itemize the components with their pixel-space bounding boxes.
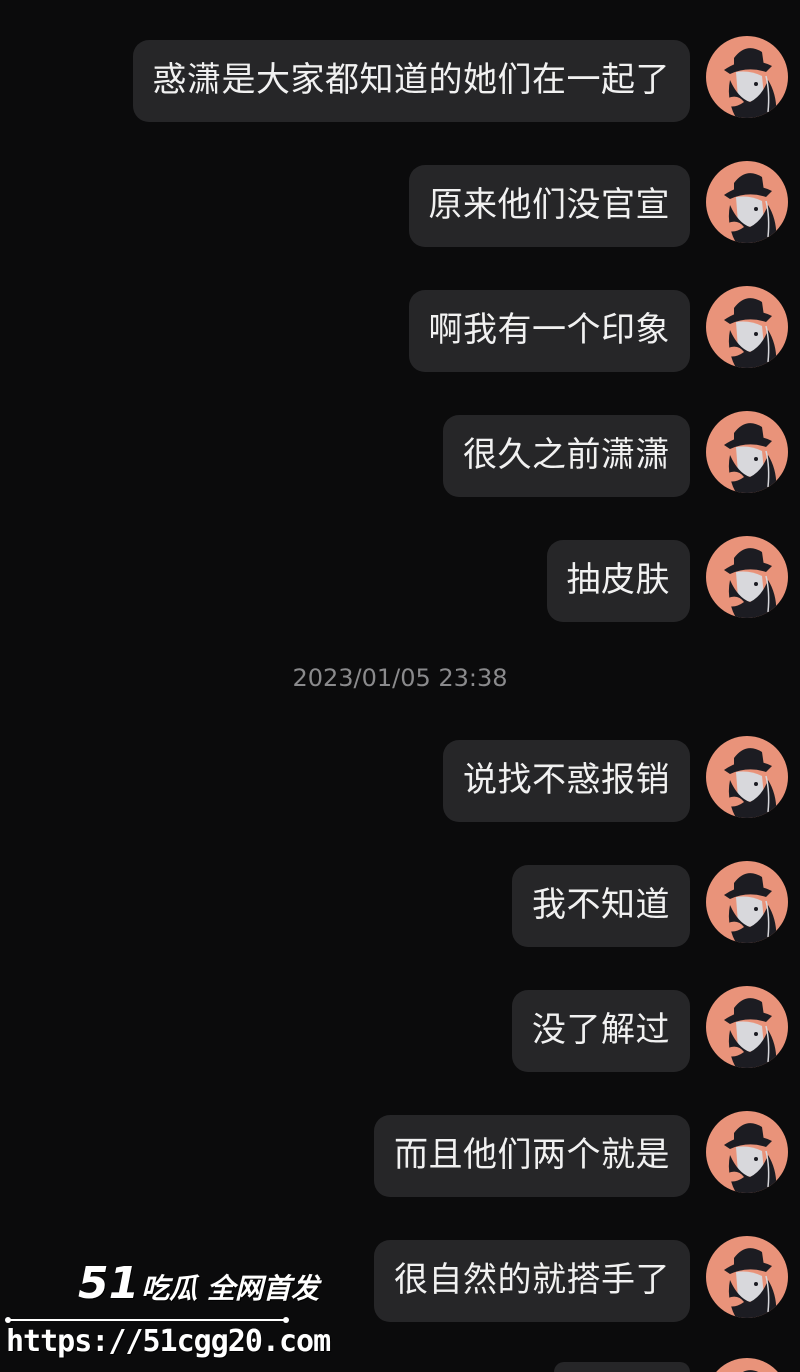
watermark-brand-text: 吃瓜 全网首发 bbox=[141, 1272, 319, 1305]
user-avatar[interactable] bbox=[706, 411, 788, 493]
message-bubble[interactable]: 抽皮肤 bbox=[546, 540, 690, 622]
user-avatar[interactable] bbox=[706, 736, 788, 818]
message-row: 啊我有一个印象 bbox=[408, 286, 788, 372]
message-row: 很久之前潇潇 bbox=[443, 411, 788, 497]
user-avatar[interactable] bbox=[706, 861, 788, 943]
message-bubble[interactable]: 很自然的就搭手了 bbox=[374, 1240, 690, 1322]
chat-screen: 惑潇是大家都知道的她们在一起了 原来他们没官宣 啊我有一个印象 很久之前潇潇 抽… bbox=[0, 0, 800, 1372]
message-bubble[interactable]: 原来他们没官宣 bbox=[408, 165, 690, 247]
user-avatar[interactable] bbox=[706, 36, 788, 118]
message-bubble[interactable]: 我不知道 bbox=[512, 865, 690, 947]
message-row-partial bbox=[554, 1358, 788, 1372]
message-bubble[interactable]: 而且他们两个就是 bbox=[374, 1115, 690, 1197]
message-timestamp: 2023/01/05 23:38 bbox=[292, 664, 508, 692]
user-avatar[interactable] bbox=[706, 1236, 788, 1318]
message-bubble[interactable]: 啊我有一个印象 bbox=[408, 290, 690, 372]
message-bubble[interactable]: 说找不惑报销 bbox=[443, 740, 690, 822]
user-avatar[interactable] bbox=[706, 1111, 788, 1193]
message-bubble[interactable]: 很久之前潇潇 bbox=[443, 415, 690, 497]
message-row: 我不知道 bbox=[512, 861, 788, 947]
watermark-url: https://51cgg20.com bbox=[6, 1324, 331, 1359]
message-bubble[interactable]: 惑潇是大家都知道的她们在一起了 bbox=[132, 40, 690, 122]
watermark-brand-number: 51 bbox=[78, 1258, 140, 1309]
user-avatar[interactable] bbox=[706, 986, 788, 1068]
watermark: 51吃瓜 全网首发 https://51cgg20.com bbox=[0, 1260, 331, 1372]
user-avatar[interactable] bbox=[706, 161, 788, 243]
message-bubble-partial[interactable] bbox=[554, 1362, 690, 1372]
watermark-brand: 51吃瓜 全网首发 bbox=[78, 1262, 319, 1311]
message-row: 抽皮肤 bbox=[546, 536, 788, 622]
message-row: 很自然的就搭手了 bbox=[374, 1236, 788, 1322]
message-row: 说找不惑报销 bbox=[443, 736, 788, 822]
user-avatar[interactable] bbox=[706, 286, 788, 368]
message-row: 没了解过 bbox=[512, 986, 788, 1072]
user-avatar[interactable] bbox=[706, 536, 788, 618]
message-row: 而且他们两个就是 bbox=[374, 1111, 788, 1197]
message-row: 惑潇是大家都知道的她们在一起了 bbox=[132, 36, 788, 122]
user-avatar[interactable] bbox=[706, 1358, 788, 1372]
message-bubble[interactable]: 没了解过 bbox=[512, 990, 690, 1072]
message-row: 原来他们没官宣 bbox=[408, 161, 788, 247]
